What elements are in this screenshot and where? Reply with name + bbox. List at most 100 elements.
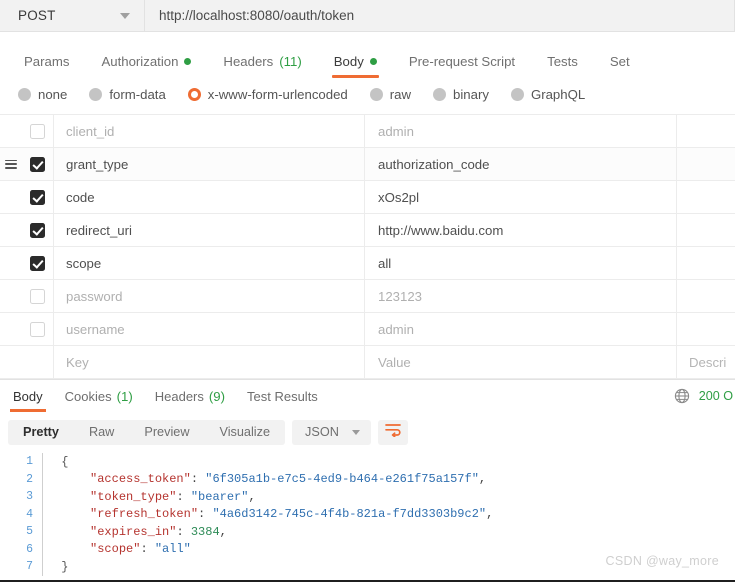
text-wrap-toggle-button[interactable]	[377, 419, 408, 445]
table-row[interactable]: grant_type authorization_code	[0, 148, 735, 181]
response-tab-body[interactable]: Body	[2, 380, 54, 412]
request-tab-body[interactable]: Body	[318, 54, 393, 78]
table-row[interactable]: client_id admin	[0, 115, 735, 148]
row-value-cell[interactable]: all	[365, 247, 677, 279]
row-key-cell[interactable]: username	[54, 313, 365, 345]
body-type-graphql[interactable]: GraphQL	[510, 86, 586, 102]
body-type-label: GraphQL	[530, 86, 586, 102]
body-type-raw[interactable]: raw	[369, 87, 411, 102]
code-fold-gutter	[42, 470, 54, 488]
row-description-cell[interactable]	[677, 214, 735, 246]
request-tab-tests[interactable]: Tests	[531, 54, 594, 78]
row-description-cell[interactable]	[677, 313, 735, 345]
code-line: 5 "expires_in": 3384,	[0, 523, 735, 541]
response-tab-count: (9)	[208, 388, 225, 404]
body-type-none[interactable]: none	[18, 87, 67, 102]
response-tab-bar: Body Cookies (1) Headers (9) Test Results 200…	[0, 380, 735, 412]
http-method-selector[interactable]: POST	[0, 0, 145, 31]
request-tab-pre-request-script[interactable]: Pre-request Script	[393, 54, 531, 78]
table-row[interactable]: scope all	[0, 247, 735, 280]
globe-icon	[674, 388, 690, 404]
code-text: "token_type": "bearer",	[90, 489, 256, 504]
code-text: "refresh_token": "4a6d3142-745c-4f4b-821…	[90, 507, 494, 522]
table-row[interactable]: password 123123	[0, 280, 735, 313]
line-number: 2	[26, 472, 33, 486]
row-value-cell[interactable]: admin	[365, 115, 677, 147]
table-row[interactable]: username admin	[0, 313, 735, 346]
row-key-cell[interactable]: redirect_uri	[54, 214, 365, 246]
row-description-cell[interactable]	[677, 181, 735, 213]
response-tab-headers[interactable]: Headers (9)	[144, 380, 236, 412]
response-tab-label: Body	[13, 388, 43, 404]
radio-button-icon[interactable]	[510, 87, 524, 101]
request-tab-label: Authorization	[101, 54, 179, 69]
value-column-header[interactable]: Value	[365, 346, 677, 378]
request-tab-set[interactable]: Set	[594, 54, 646, 78]
response-tab-test-results[interactable]: Test Results	[236, 380, 329, 412]
body-type-x-www-form-urlencoded[interactable]: x-www-form-urlencoded	[187, 87, 348, 102]
row-drag-handle	[0, 313, 22, 345]
table-new-row[interactable]: Key Value Descri	[0, 346, 735, 379]
line-number: 1	[26, 455, 33, 469]
table-row[interactable]: code xOs2pl	[0, 181, 735, 214]
row-description-cell[interactable]	[677, 148, 735, 180]
radio-button-icon[interactable]	[187, 87, 201, 101]
row-key-cell[interactable]: scope	[54, 247, 365, 279]
response-format-selector[interactable]: JSON	[292, 419, 371, 445]
code-text: "expires_in": 3384,	[90, 524, 227, 539]
row-value-cell[interactable]: xOs2pl	[365, 181, 677, 213]
url-input[interactable]: http://localhost:8080/oauth/token	[145, 0, 734, 31]
request-tab-authorization[interactable]: Authorization	[85, 54, 207, 78]
row-key-cell[interactable]: code	[54, 181, 365, 213]
response-tab-cookies[interactable]: Cookies (1)	[54, 380, 144, 412]
row-drag-handle[interactable]	[0, 148, 22, 180]
response-tab-label: Test Results	[247, 388, 318, 404]
radio-button-icon[interactable]	[89, 87, 103, 101]
row-value-cell[interactable]: 123123	[365, 280, 677, 312]
row-key-cell[interactable]: grant_type	[54, 148, 365, 180]
code-fold-gutter	[42, 523, 54, 541]
row-value-cell[interactable]: http://www.baidu.com	[365, 214, 677, 246]
view-mode-raw[interactable]: Raw	[74, 420, 129, 445]
code-text: "access_token": "6f305a1b-e7c5-4ed9-b464…	[90, 472, 487, 487]
row-description-cell[interactable]	[677, 247, 735, 279]
row-enabled-checkbox[interactable]	[30, 156, 45, 172]
code-line: 3 "token_type": "bearer",	[0, 488, 735, 506]
row-enabled-checkbox[interactable]	[30, 321, 45, 337]
key-column-header[interactable]: Key	[54, 346, 365, 378]
row-key-cell[interactable]: client_id	[54, 115, 365, 147]
row-description-cell[interactable]	[677, 115, 735, 147]
description-column-header[interactable]: Descri	[677, 346, 735, 378]
tab-modified-dot-icon	[369, 58, 377, 65]
row-enabled-checkbox[interactable]	[30, 255, 45, 271]
row-description-cell[interactable]	[677, 280, 735, 312]
response-format-label: JSON	[305, 425, 339, 439]
postman-window: POST http://localhost:8080/oauth/token P…	[0, 0, 735, 582]
row-value-cell[interactable]: admin	[365, 313, 677, 345]
row-enabled-checkbox[interactable]	[30, 222, 45, 238]
view-mode-preview[interactable]: Preview	[129, 420, 204, 445]
code-text: }	[61, 559, 69, 574]
request-tab-params[interactable]: Params	[8, 54, 85, 78]
request-tab-headers[interactable]: Headers (11)	[207, 54, 317, 78]
radio-button-icon[interactable]	[433, 87, 447, 101]
body-type-binary[interactable]: binary	[433, 87, 489, 102]
radio-button-icon[interactable]	[369, 87, 383, 101]
row-key-cell[interactable]: password	[54, 280, 365, 312]
body-type-label: form-data	[109, 86, 166, 102]
row-drag-handle	[0, 280, 22, 312]
table-row[interactable]: redirect_uri http://www.baidu.com	[0, 214, 735, 247]
row-enabled-checkbox[interactable]	[30, 189, 45, 205]
row-drag-handle	[0, 346, 22, 378]
response-tab-label: Cookies	[64, 388, 112, 404]
code-line: 2 "access_token": "6f305a1b-e7c5-4ed9-b4…	[0, 470, 735, 488]
row-value-cell[interactable]: authorization_code	[365, 148, 677, 180]
row-enabled-checkbox[interactable]	[30, 288, 45, 304]
body-type-form-data[interactable]: form-data	[89, 86, 166, 102]
view-mode-pretty[interactable]: Pretty	[8, 420, 74, 445]
view-mode-visualize[interactable]: Visualize	[204, 420, 285, 445]
body-type-label: none	[38, 86, 68, 102]
row-enabled-checkbox[interactable]	[30, 123, 45, 139]
code-text: "scope": "all"	[90, 542, 191, 557]
radio-button-icon[interactable]	[18, 87, 31, 101]
